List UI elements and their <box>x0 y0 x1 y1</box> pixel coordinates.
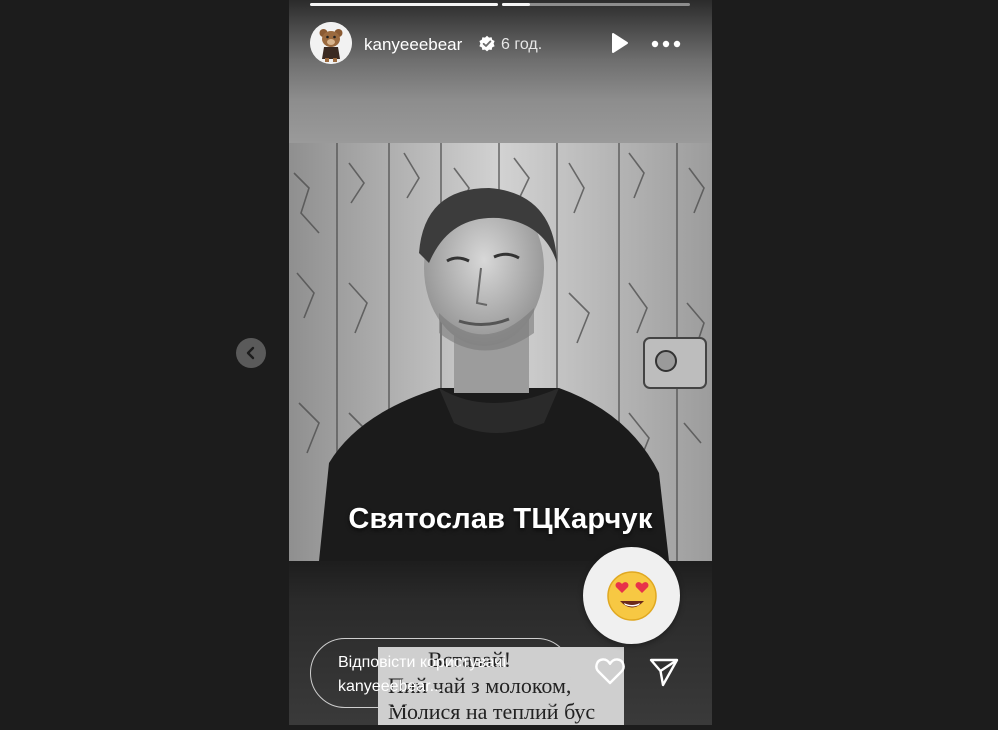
story-photo: Святослав ТЦКарчук <box>289 143 712 561</box>
avatar[interactable] <box>310 22 352 64</box>
verified-badge-icon <box>479 35 495 52</box>
previous-story-button[interactable] <box>236 338 266 368</box>
play-button[interactable] <box>607 31 631 55</box>
story-progress-segment-1 <box>310 3 498 6</box>
photo-caption: Святослав ТЦКарчук <box>348 503 653 535</box>
story-viewer[interactable]: kanyeeebear 6 год. Святослав ТЦКарчук Вс… <box>289 0 712 725</box>
story-progress-segment-2 <box>502 3 690 6</box>
chevron-left-icon <box>246 346 255 360</box>
story-header: kanyeeebear 6 год. <box>310 22 692 66</box>
like-button[interactable] <box>594 656 626 686</box>
play-icon <box>612 33 628 53</box>
send-icon <box>649 658 679 687</box>
reply-placeholder-line-1: Відповісти користувачі <box>338 654 507 671</box>
photo-illustration <box>289 143 712 561</box>
emoji-reaction-sticker[interactable] <box>583 547 680 644</box>
heart-icon <box>595 658 625 685</box>
reply-input[interactable]: Відповісти користувачі kanyeeebear... <box>310 638 572 708</box>
share-button[interactable] <box>648 656 680 688</box>
more-options-button[interactable] <box>650 32 682 56</box>
reply-placeholder-line-2: kanyeeebear... <box>338 678 443 695</box>
story-timestamp: 6 год. <box>501 36 543 53</box>
story-username[interactable]: kanyeeebear <box>364 35 462 55</box>
more-options-icon <box>651 40 681 48</box>
story-progress-fill <box>502 3 531 6</box>
bear-avatar-icon <box>310 22 352 64</box>
heart-eyes-emoji-icon <box>606 570 657 621</box>
